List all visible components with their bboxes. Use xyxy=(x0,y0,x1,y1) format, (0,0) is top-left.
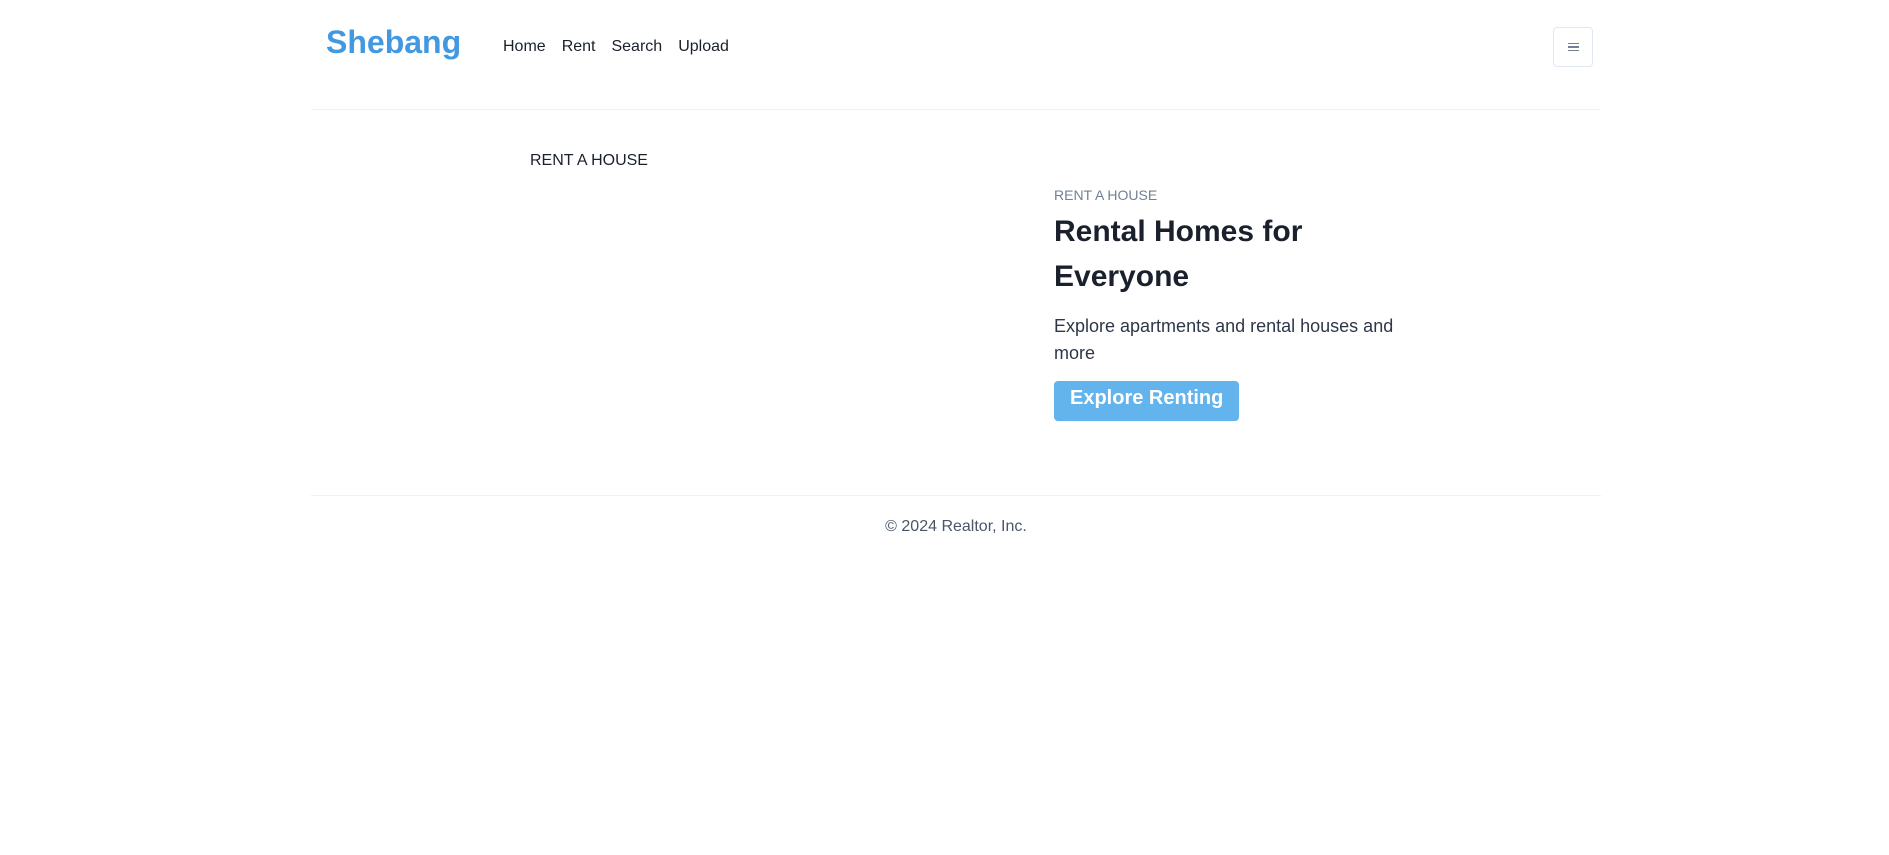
hero-eyebrow: RENT A HOUSE xyxy=(1054,187,1158,203)
hero-headline: Rental Homes for Everyone xyxy=(1054,215,1303,293)
nav-link-search[interactable]: Search xyxy=(611,38,662,56)
page-container: Shebang Home Rent Search Upload RENT A H… xyxy=(311,0,1601,556)
copyright-text: © 2024 Realtor, Inc. xyxy=(885,518,1027,535)
hero-subtext: Explore apartments and rental houses and… xyxy=(1054,316,1394,363)
site-footer: © 2024 Realtor, Inc. xyxy=(311,496,1601,556)
page: Shebang Home Rent Search Upload RENT A H… xyxy=(0,0,1889,855)
hamburger-icon xyxy=(1567,42,1579,52)
nav-link-rent[interactable]: Rent xyxy=(562,38,596,56)
hero-section: RENT A HOUSE RENT A HOUSE Rental Homes f… xyxy=(311,110,1601,496)
logo-link[interactable]: Shebang xyxy=(326,26,461,58)
menu-button[interactable] xyxy=(1553,27,1593,67)
main-nav: Home Rent Search Upload xyxy=(503,38,729,56)
nav-link-upload[interactable]: Upload xyxy=(678,38,729,56)
explore-renting-button[interactable]: Explore Renting xyxy=(1054,381,1240,421)
hero-image-alt-text: RENT A HOUSE xyxy=(530,152,648,169)
site-header: Shebang Home Rent Search Upload xyxy=(311,0,1601,110)
hero-content: RENT A HOUSE Rental Homes for Everyone E… xyxy=(1054,187,1394,421)
nav-link-home[interactable]: Home xyxy=(503,38,546,56)
